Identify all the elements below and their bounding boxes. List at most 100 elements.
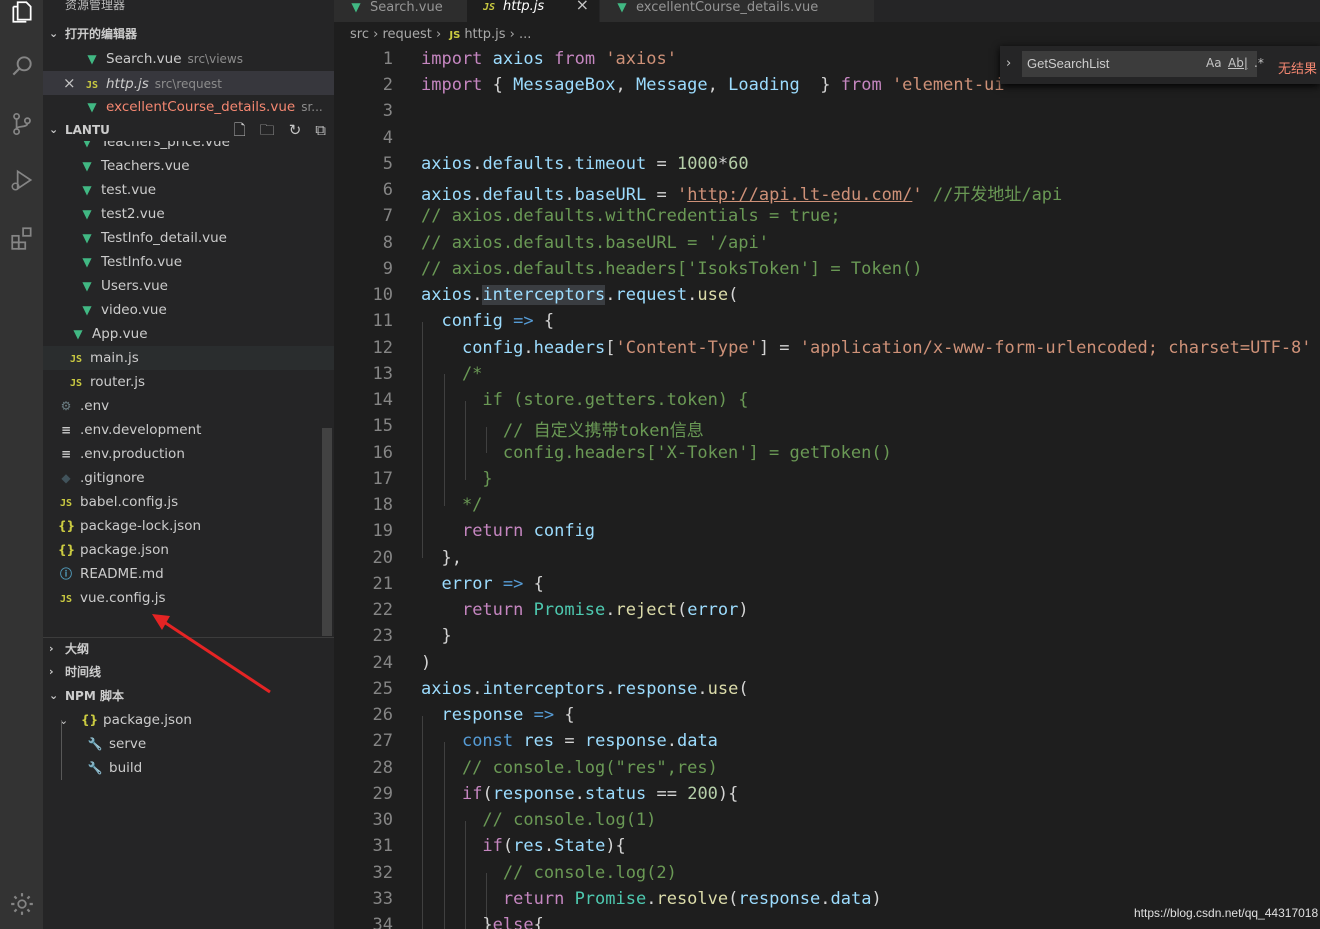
- code-line: if(response.status == 200){: [461, 784, 739, 804]
- close-icon[interactable]: ×: [576, 0, 589, 13]
- tree-item[interactable]: ▼ Users.vue: [43, 274, 334, 298]
- project-header[interactable]: ⌄ LANTU 🗋 🗀 ↻ ⧉: [43, 119, 334, 141]
- code-line: axios.interceptors.request.use(: [421, 285, 739, 305]
- tree-item[interactable]: ▼ test2.vue: [43, 202, 334, 226]
- chevron-right-icon: ›: [373, 27, 379, 42]
- tree-item[interactable]: ▼ App.vue: [43, 322, 334, 346]
- find-input[interactable]: GetSearchList: [1022, 51, 1257, 77]
- tree-item[interactable]: ≡ .env.development: [43, 418, 334, 442]
- code-line: // console.log("res",res): [421, 758, 718, 778]
- code-line: /*: [421, 364, 483, 384]
- npm-package-item[interactable]: ⌄{} package.json: [43, 708, 334, 732]
- code-line: // console.log(1): [421, 810, 657, 830]
- chevron-down-icon: ⌄: [49, 689, 59, 702]
- line-number: 8: [382, 233, 393, 253]
- breadcrumb-more[interactable]: ...: [519, 27, 531, 42]
- chevron-right-icon[interactable]: ›: [1006, 56, 1011, 71]
- line-number: 1: [382, 49, 393, 69]
- explorer-sidebar: 资源管理器 ⌄ 打开的编辑器 ▼ Search.vue src\views × JS h…: [43, 0, 334, 929]
- breadcrumb-src[interactable]: src: [350, 27, 369, 42]
- line-number: 26: [372, 705, 393, 725]
- line-number: 11: [372, 311, 393, 331]
- tree-indent-guide: [61, 720, 62, 780]
- settings-gear-icon[interactable]: [0, 884, 43, 924]
- open-editor-item[interactable]: ▼ Search.vue src\views: [43, 47, 334, 71]
- code-line: config.headers['X-Token'] = getToken(): [421, 443, 892, 463]
- collapse-all-icon[interactable]: ⧉: [315, 119, 326, 141]
- regex-toggle[interactable]: .*: [1254, 56, 1264, 70]
- line-number: 19: [372, 521, 393, 541]
- code-line: import axios from 'axios': [421, 49, 677, 69]
- code-editor[interactable]: 1 2 3 4 5 6 7 8 9 10 11 12 13 14 15 16 1…: [334, 46, 1320, 929]
- npm-script-item[interactable]: 🔧 serve: [43, 732, 334, 756]
- line-number: 34: [372, 915, 393, 929]
- line-number: 9: [382, 259, 393, 279]
- tab-search-vue[interactable]: ▼ Search.vue: [334, 0, 468, 22]
- vue-icon: ▼: [82, 303, 92, 317]
- lines-icon: ≡: [60, 447, 72, 461]
- extensions-icon[interactable]: [0, 218, 43, 258]
- files-icon[interactable]: [0, 0, 43, 32]
- info-icon: ⓘ: [59, 567, 72, 581]
- tree-item[interactable]: ▼ TestInfo_detail.vue: [43, 226, 334, 250]
- npm-script-item[interactable]: 🔧 build: [43, 756, 334, 780]
- tree-item[interactable]: {} package-lock.json: [43, 514, 334, 538]
- find-widget: › GetSearchList Aa Ab| .* 无结果: [1000, 46, 1320, 84]
- tree-item[interactable]: ▼ test.vue: [43, 178, 334, 202]
- run-debug-icon[interactable]: [0, 160, 43, 200]
- tree-item[interactable]: JS router.js: [43, 370, 334, 394]
- vue-icon: ▼: [82, 159, 92, 173]
- search-icon[interactable]: [0, 46, 43, 86]
- line-number: 4: [382, 128, 393, 148]
- js-icon: JS: [59, 594, 73, 605]
- line-number: 2: [382, 75, 393, 95]
- code-line: // axios.defaults.baseURL = '/api': [421, 233, 769, 253]
- line-number: 24: [372, 653, 393, 673]
- open-editor-item[interactable]: ▼excellentCourse_details.vuesr...1: [43, 95, 334, 119]
- refresh-icon[interactable]: ↻: [289, 119, 302, 141]
- sidebar-scrollbar[interactable]: [322, 428, 332, 636]
- tree-item[interactable]: {} package.json: [43, 538, 334, 562]
- code-line: // axios.defaults.withCredentials = true…: [421, 206, 841, 226]
- tree-item[interactable]: ≡ .env.production: [43, 442, 334, 466]
- tab-http-js[interactable]: JS http.js ×: [467, 0, 599, 22]
- tree-item[interactable]: ▼ TestInfo.vue: [43, 250, 334, 274]
- code-line: // console.log(2): [421, 863, 677, 883]
- code-line: return Promise.resolve(response.data): [502, 889, 882, 909]
- code-line: config.headers['Content-Type'] = 'applic…: [461, 338, 1312, 358]
- code-line: import { MessageBox, Message, Loading } …: [421, 75, 1015, 95]
- code-line: const res = response.data: [461, 731, 718, 751]
- vue-icon: ▼: [87, 52, 97, 66]
- chevron-right-icon: ›: [49, 665, 54, 678]
- base-url-link[interactable]: http://api.lt-edu.com/: [687, 185, 912, 205]
- code-line: if (store.getters.token) {: [421, 390, 749, 410]
- open-editor-item-active[interactable]: × JS http.js src\request: [43, 71, 334, 95]
- line-number: 28: [372, 758, 393, 778]
- tab-excellentcourse-details[interactable]: ▼ excellentCourse_details.vue: [600, 0, 874, 22]
- new-folder-icon[interactable]: 🗀: [260, 119, 275, 141]
- line-number: 12: [372, 338, 393, 358]
- open-editors-header[interactable]: ⌄ 打开的编辑器: [43, 23, 334, 45]
- tree-item[interactable]: ▼ Teachers.vue: [43, 154, 334, 178]
- breadcrumb-request[interactable]: request: [382, 27, 431, 42]
- tree-item[interactable]: JS babel.config.js: [43, 490, 334, 514]
- tree-item[interactable]: ⚙ .env: [43, 394, 334, 418]
- line-number: 22: [372, 600, 393, 620]
- code-line: axios.defaults.baseURL = 'http://api.lt-…: [421, 185, 1063, 205]
- tree-item[interactable]: ▼ video.vue: [43, 298, 334, 322]
- new-file-icon[interactable]: 🗋: [234, 119, 246, 141]
- tree-item[interactable]: ⓘ README.md: [43, 562, 334, 586]
- whole-word-toggle[interactable]: Ab|: [1228, 56, 1248, 70]
- match-case-toggle[interactable]: Aa: [1206, 56, 1222, 70]
- breadcrumb-file[interactable]: http.js: [464, 27, 505, 42]
- source-control-icon[interactable]: [0, 104, 43, 144]
- breadcrumb: src › request › JS http.js › ...: [350, 24, 531, 46]
- tree-item[interactable]: ◆ .gitignore: [43, 466, 334, 490]
- tree-item[interactable]: JS main.js: [43, 346, 334, 370]
- line-number: 14: [372, 390, 393, 410]
- line-number: 17: [372, 469, 393, 489]
- close-icon[interactable]: ×: [63, 71, 84, 95]
- tree-item[interactable]: ▼ Teachers_price.vue: [43, 141, 334, 154]
- lines-icon: ≡: [60, 423, 72, 437]
- wrench-icon: 🔧: [87, 737, 103, 751]
